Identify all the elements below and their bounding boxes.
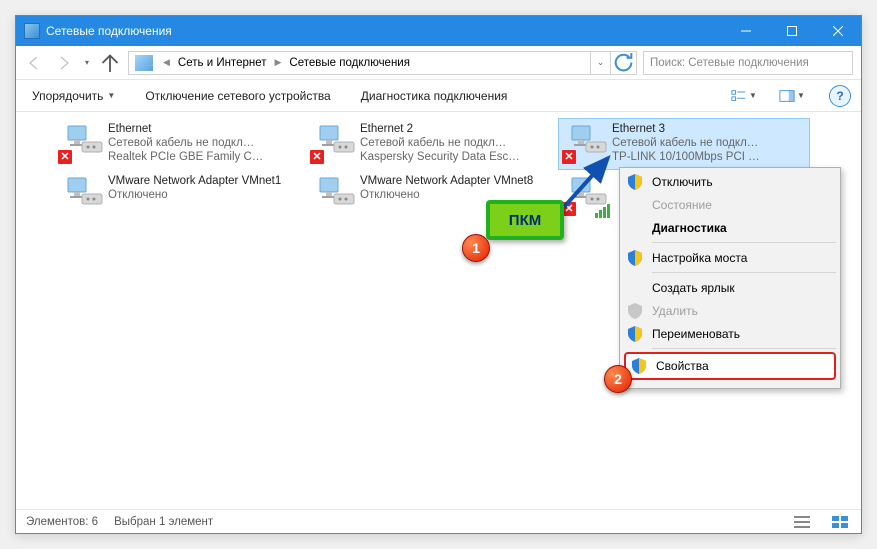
adapter-icon: ✕ bbox=[564, 174, 612, 218]
details-view-button[interactable] bbox=[791, 513, 813, 531]
location-icon bbox=[135, 55, 153, 71]
search-input[interactable]: Поиск: Сетевые подключения bbox=[643, 51, 853, 75]
status-count: Элементов: 6 bbox=[26, 516, 98, 528]
adapter-name: Ethernet bbox=[108, 122, 263, 136]
adapter-item[interactable]: ✕ Ethernet 3 Сетевой кабель не подкл… TP… bbox=[558, 118, 810, 170]
forward-button[interactable] bbox=[50, 50, 78, 76]
ctx-delete: Удалить bbox=[622, 299, 838, 322]
error-x-icon: ✕ bbox=[310, 150, 324, 164]
adapter-name: Ethernet 2 bbox=[360, 122, 520, 136]
context-menu: Отключить Состояние Диагностика Настройк… bbox=[619, 167, 841, 389]
ctx-shortcut[interactable]: Создать ярлык bbox=[622, 276, 838, 299]
error-x-icon: ✕ bbox=[562, 202, 576, 216]
ctx-bridge[interactable]: Настройка моста bbox=[622, 246, 838, 269]
adapter-name: VMware Network Adapter VMnet8 bbox=[360, 174, 533, 188]
ctx-rename[interactable]: Переименовать bbox=[622, 322, 838, 345]
shield-icon bbox=[628, 250, 642, 266]
address-dropdown[interactable]: ⌄ bbox=[590, 52, 610, 74]
minimize-button[interactable] bbox=[723, 16, 769, 46]
signal-bars-icon bbox=[595, 204, 610, 218]
shield-icon bbox=[628, 174, 642, 190]
close-button[interactable] bbox=[815, 16, 861, 46]
preview-pane-button[interactable]: ▼ bbox=[777, 84, 807, 108]
shield-icon bbox=[628, 303, 642, 319]
breadcrumb-item[interactable]: Сеть и Интернет bbox=[174, 57, 271, 69]
address-bar[interactable]: ◀ Сеть и Интернет ▶ Сетевые подключения … bbox=[128, 51, 637, 75]
error-x-icon: ✕ bbox=[58, 150, 72, 164]
content-area: ✕ Ethernet Сетевой кабель не подкл… Real… bbox=[16, 112, 861, 510]
refresh-button[interactable] bbox=[610, 52, 636, 74]
titlebar: Сетевые подключения bbox=[16, 16, 861, 46]
disable-device-button[interactable]: Отключение сетевого устройства bbox=[139, 85, 336, 107]
diagnose-button[interactable]: Диагностика подключения bbox=[355, 85, 514, 107]
ctx-properties[interactable]: Свойства bbox=[624, 352, 836, 380]
adapter-name: Ethernet 3 bbox=[612, 122, 760, 136]
adapter-item[interactable]: ✕ Ethernet Сетевой кабель не подкл… Real… bbox=[54, 118, 306, 170]
ctx-status: Состояние bbox=[622, 193, 838, 216]
help-button[interactable]: ? bbox=[829, 85, 851, 107]
adapter-icon: ✕ bbox=[312, 122, 360, 166]
adapter-icon bbox=[60, 174, 108, 218]
up-button[interactable] bbox=[98, 50, 122, 76]
step-badge-1: 1 bbox=[462, 234, 490, 262]
maximize-button[interactable] bbox=[769, 16, 815, 46]
ctx-disable[interactable]: Отключить bbox=[622, 170, 838, 193]
navbar: ▾ ◀ Сеть и Интернет ▶ Сетевые подключени… bbox=[16, 46, 861, 80]
icons-view-button[interactable] bbox=[829, 513, 851, 531]
adapter-item[interactable]: ✕ Ethernet 2 Сетевой кабель не подкл… Ka… bbox=[306, 118, 558, 170]
shield-icon bbox=[628, 326, 642, 342]
adapter-item[interactable]: VMware Network Adapter VMnet8 Отключено bbox=[306, 170, 558, 222]
error-x-icon: ✕ bbox=[562, 150, 576, 164]
app-icon bbox=[24, 23, 40, 39]
adapter-icon: ✕ bbox=[564, 122, 612, 166]
organize-menu[interactable]: Упорядочить▼ bbox=[26, 85, 121, 107]
adapter-name: VMware Network Adapter VMnet1 bbox=[108, 174, 281, 188]
command-bar: Упорядочить▼ Отключение сетевого устройс… bbox=[16, 80, 861, 112]
back-button[interactable] bbox=[20, 50, 48, 76]
window-title: Сетевые подключения bbox=[46, 24, 172, 38]
adapter-icon: ✕ bbox=[60, 122, 108, 166]
adapter-icon bbox=[312, 174, 360, 218]
recent-dropdown[interactable]: ▾ bbox=[80, 50, 94, 76]
status-selected: Выбран 1 элемент bbox=[114, 516, 213, 528]
adapter-item[interactable]: VMware Network Adapter VMnet1 Отключено bbox=[54, 170, 306, 222]
breadcrumb-item[interactable]: Сетевые подключения bbox=[285, 57, 414, 69]
window: Сетевые подключения ▾ ◀ Сеть и Интернет … bbox=[15, 15, 862, 534]
status-bar: Элементов: 6 Выбран 1 элемент bbox=[16, 509, 861, 533]
shield-icon bbox=[632, 358, 646, 374]
adapter-item[interactable]: ✕ bbox=[558, 170, 618, 222]
ctx-diagnose[interactable]: Диагностика bbox=[622, 216, 838, 239]
view-options-button[interactable]: ▼ bbox=[729, 84, 759, 108]
